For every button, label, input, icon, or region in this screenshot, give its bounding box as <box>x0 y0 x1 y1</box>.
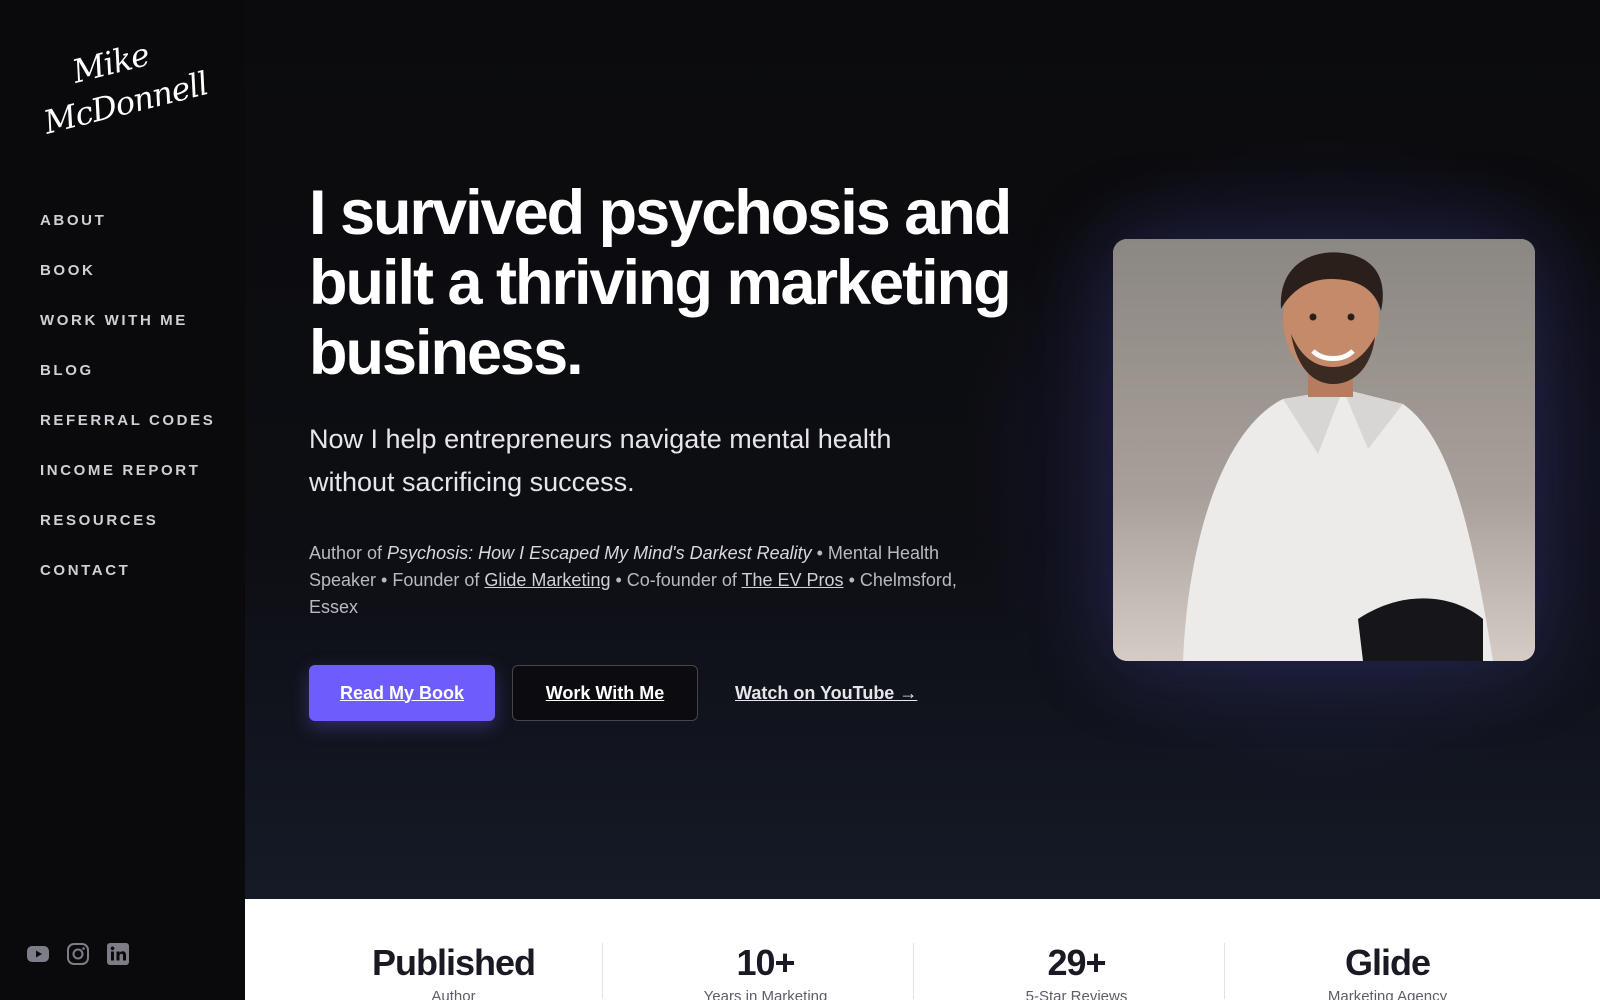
bio-author-prefix: Author of <box>309 543 388 563</box>
nav-item-referral-codes[interactable]: REFERRAL CODES <box>40 410 215 460</box>
hero-subhead: Now I help entrepreneurs navigate mental… <box>309 424 892 497</box>
watch-on-youtube-link[interactable]: Watch on YouTube → <box>735 665 935 721</box>
stat-value: Published <box>371 942 536 983</box>
portrait-photo <box>1113 239 1535 661</box>
stat-value: 10+ <box>736 942 795 983</box>
hero-bio: Author of Psychosis: How I Escaped My Mi… <box>309 540 1009 621</box>
ev-pros-link[interactable]: The EV Pros <box>742 570 844 590</box>
portrait-illustration <box>1113 239 1535 661</box>
stat-value: 29+ <box>1047 942 1106 983</box>
read-my-book-button[interactable]: Read My Book <box>309 665 495 721</box>
instagram-icon[interactable] <box>66 942 90 966</box>
linkedin-icon[interactable] <box>106 942 130 966</box>
stat-label: 5-Star Reviews <box>1025 988 1128 1000</box>
sidebar: Mike McDonnell ABOUT BOOK WORK WITH ME B… <box>0 0 245 1000</box>
book-title: Psychosis: How I Escaped My Mind's Darke… <box>387 543 812 563</box>
bio-text-2: • Co-founder of <box>610 570 742 590</box>
stat-published: Published Author <box>298 944 609 1000</box>
nav-item-work-with-me[interactable]: WORK WITH ME <box>40 310 215 360</box>
stat-divider <box>913 943 914 999</box>
stat-divider <box>1224 943 1225 999</box>
nav-item-resources[interactable]: RESOURCES <box>40 510 215 560</box>
sidebar-nav: ABOUT BOOK WORK WITH ME BLOG REFERRAL CO… <box>40 210 215 610</box>
stat-label: Author <box>431 988 476 1000</box>
nav-item-contact[interactable]: CONTACT <box>40 560 215 610</box>
youtube-icon[interactable] <box>26 942 50 966</box>
work-with-me-button[interactable]: Work With Me <box>512 665 698 721</box>
stat-reviews: 29+ 5-Star Reviews <box>921 944 1232 1000</box>
nav-item-blog[interactable]: BLOG <box>40 360 215 410</box>
stat-label: Marketing Agency <box>1327 988 1448 1000</box>
hero-headline: I survived psychosis and built a thrivin… <box>309 178 1012 388</box>
stat-label: Years in Marketing <box>703 988 828 1000</box>
logo[interactable]: Mike McDonnell <box>40 35 211 141</box>
stat-glide: Glide Marketing Agency <box>1232 944 1543 1000</box>
nav-item-book[interactable]: BOOK <box>40 260 215 310</box>
stats-bar: Published Author 10+ Years in Marketing … <box>245 899 1600 1000</box>
stat-value: Glide <box>1344 942 1431 983</box>
stat-years: 10+ Years in Marketing <box>610 944 921 1000</box>
stat-divider <box>602 943 603 999</box>
social-links <box>26 942 130 966</box>
glide-marketing-link[interactable]: Glide Marketing <box>484 570 610 590</box>
nav-item-income-report[interactable]: INCOME REPORT <box>40 460 215 510</box>
nav-item-about[interactable]: ABOUT <box>40 210 215 260</box>
